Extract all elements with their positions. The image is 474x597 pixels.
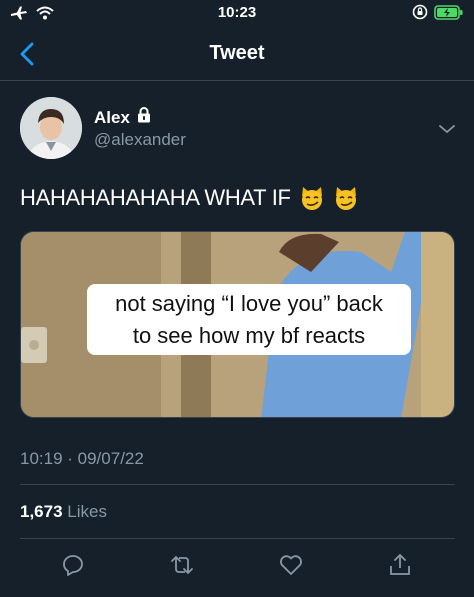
lock-icon [136,107,152,128]
nav-bar: Tweet [0,28,474,81]
avatar[interactable] [20,97,82,159]
chevron-down-icon [439,125,455,134]
likes-count: 1,673 [20,502,63,521]
tweet-text-body: HAHAHAHAHAHA WHAT IF [20,185,291,210]
status-right [412,4,464,25]
battery-charging-icon [434,4,464,25]
tweet-text: HAHAHAHAHAHA WHAT IF [20,185,359,211]
smirking-cat-emoji [335,187,356,210]
share-button[interactable] [386,551,414,579]
likes-stat[interactable]: 1,673 Likes [20,502,107,522]
likes-label: Likes [67,502,107,521]
media-caption: not saying “I love you” back to see how … [87,284,411,355]
caption-line-1: not saying “I love you” back [115,291,383,316]
tweet-timestamp: 10:19 · 09/07/22 [20,449,144,468]
orientation-lock-icon [412,4,428,25]
reply-button[interactable] [59,551,87,579]
page-title: Tweet [209,42,265,64]
status-bar: 10:23 [0,0,474,28]
tweet-actions [0,545,474,585]
divider [20,538,455,539]
reply-icon [63,555,83,576]
tweet-media[interactable]: not saying “I love you” back to see how … [20,231,455,418]
like-button[interactable] [277,551,305,579]
author-name-text: Alex [94,107,130,127]
smirking-cat-emoji [301,187,322,210]
divider [20,484,455,485]
tweet-detail-screen: 10:23 Tweet Alex @alexander HAHAHAHAHAHA… [0,0,474,597]
status-time: 10:23 [217,4,257,21]
more-options-button[interactable] [438,122,456,134]
like-icon [280,555,302,575]
retweet-icon [171,555,193,575]
author-name[interactable]: Alex [94,107,152,128]
caption-line-2: to see how my bf reacts [132,323,366,348]
retweet-button[interactable] [168,551,196,579]
share-icon [390,553,410,575]
author-handle[interactable]: @alexander [94,130,186,150]
